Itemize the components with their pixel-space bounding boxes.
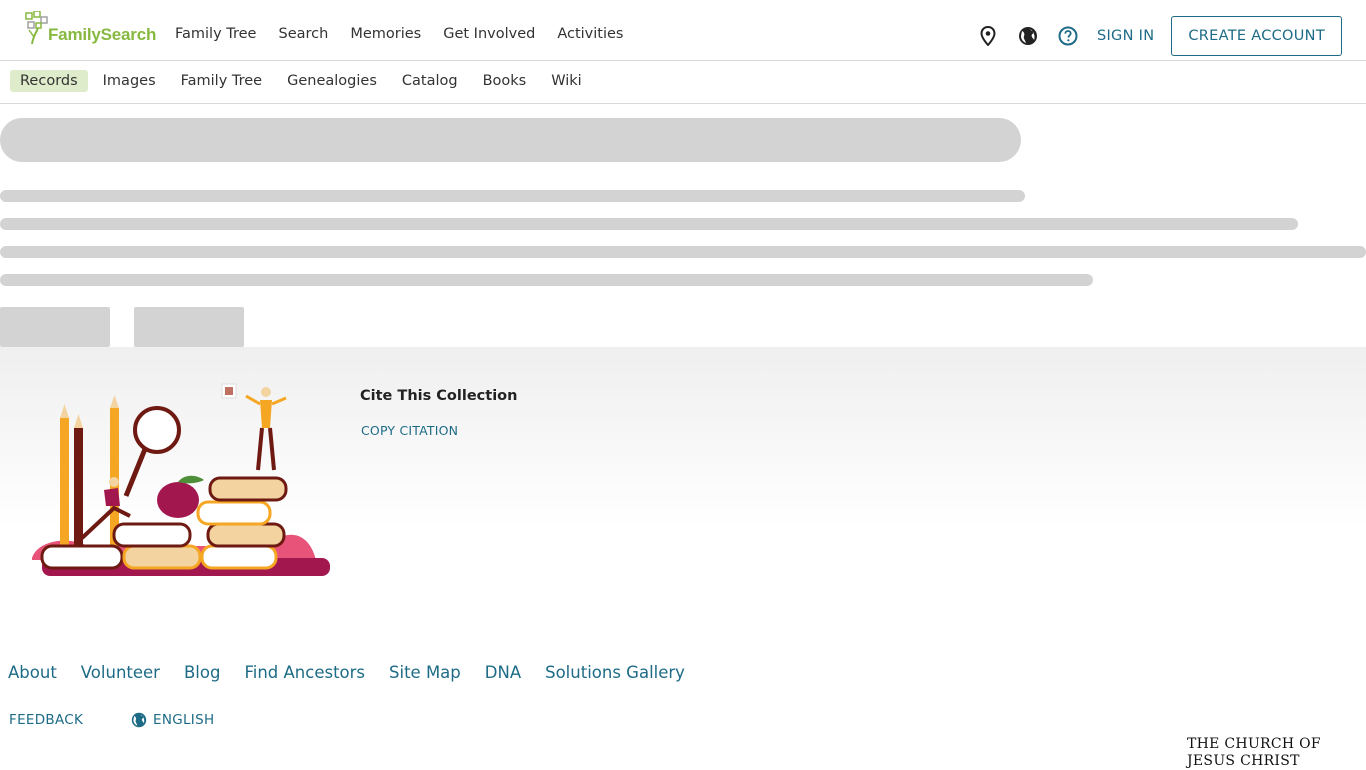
create-account-button[interactable]: CREATE ACCOUNT: [1171, 16, 1342, 56]
subnav-images[interactable]: Images: [93, 70, 166, 92]
footer-links: About Volunteer Blog Find Ancestors Site…: [8, 663, 709, 682]
footer-link-dna[interactable]: DNA: [485, 663, 521, 682]
logo-text: FamilySearch: [48, 25, 157, 44]
header-actions: SIGN IN CREATE ACCOUNT: [977, 16, 1342, 56]
footer-link-site-map[interactable]: Site Map: [389, 663, 461, 682]
nav-get-involved[interactable]: Get Involved: [443, 26, 535, 42]
skeleton-line: [0, 218, 1298, 230]
church-logo[interactable]: THE CHURCH OF JESUS CHRIST: [1187, 736, 1321, 770]
skeleton-line: [0, 246, 1366, 258]
nav-family-tree[interactable]: Family Tree: [175, 26, 256, 42]
family-tree-logo-icon: [25, 11, 48, 45]
language-selector[interactable]: ENGLISH: [131, 712, 214, 728]
skeleton-line: [0, 190, 1025, 202]
subnav-genealogies[interactable]: Genealogies: [277, 70, 387, 92]
nav-search[interactable]: Search: [278, 26, 328, 42]
skeleton-button: [0, 307, 110, 347]
skeleton-line: [0, 274, 1093, 286]
sign-in-link[interactable]: SIGN IN: [1097, 28, 1154, 44]
subnav-catalog[interactable]: Catalog: [392, 70, 468, 92]
subnav-family-tree[interactable]: Family Tree: [171, 70, 272, 92]
globe-icon: [131, 712, 147, 728]
feedback-link[interactable]: FEEDBACK: [9, 712, 83, 728]
copy-citation-link[interactable]: COPY CITATION: [361, 423, 458, 438]
location-pin-icon[interactable]: [977, 25, 999, 47]
top-header: FamilySearch Family Tree Search Memories…: [0, 0, 1366, 61]
footer-link-volunteer[interactable]: Volunteer: [81, 663, 160, 682]
footer-link-solutions-gallery[interactable]: Solutions Gallery: [545, 663, 685, 682]
language-label: ENGLISH: [153, 712, 215, 728]
globe-icon[interactable]: [1017, 25, 1039, 47]
subnav-records[interactable]: Records: [10, 70, 88, 92]
familysearch-logo[interactable]: FamilySearch: [24, 11, 156, 45]
footer-link-blog[interactable]: Blog: [184, 663, 220, 682]
church-logo-line: JESUS CHRIST: [1187, 753, 1300, 769]
subnav-wiki[interactable]: Wiki: [541, 70, 591, 92]
main-nav: Family Tree Search Memories Get Involved…: [175, 26, 645, 42]
books-illustration: [28, 378, 333, 584]
help-icon[interactable]: [1057, 25, 1079, 47]
cite-collection-heading: Cite This Collection: [360, 388, 518, 404]
footer-link-find-ancestors[interactable]: Find Ancestors: [244, 663, 365, 682]
nav-memories[interactable]: Memories: [350, 26, 421, 42]
church-logo-line: THE CHURCH OF: [1187, 736, 1321, 752]
subnav-books[interactable]: Books: [473, 70, 537, 92]
footer-link-about[interactable]: About: [8, 663, 57, 682]
records-subnav: Records Images Family Tree Genealogies C…: [0, 61, 1366, 104]
skeleton-button: [134, 307, 244, 347]
skeleton-title: [0, 118, 1021, 162]
nav-activities[interactable]: Activities: [557, 26, 623, 42]
